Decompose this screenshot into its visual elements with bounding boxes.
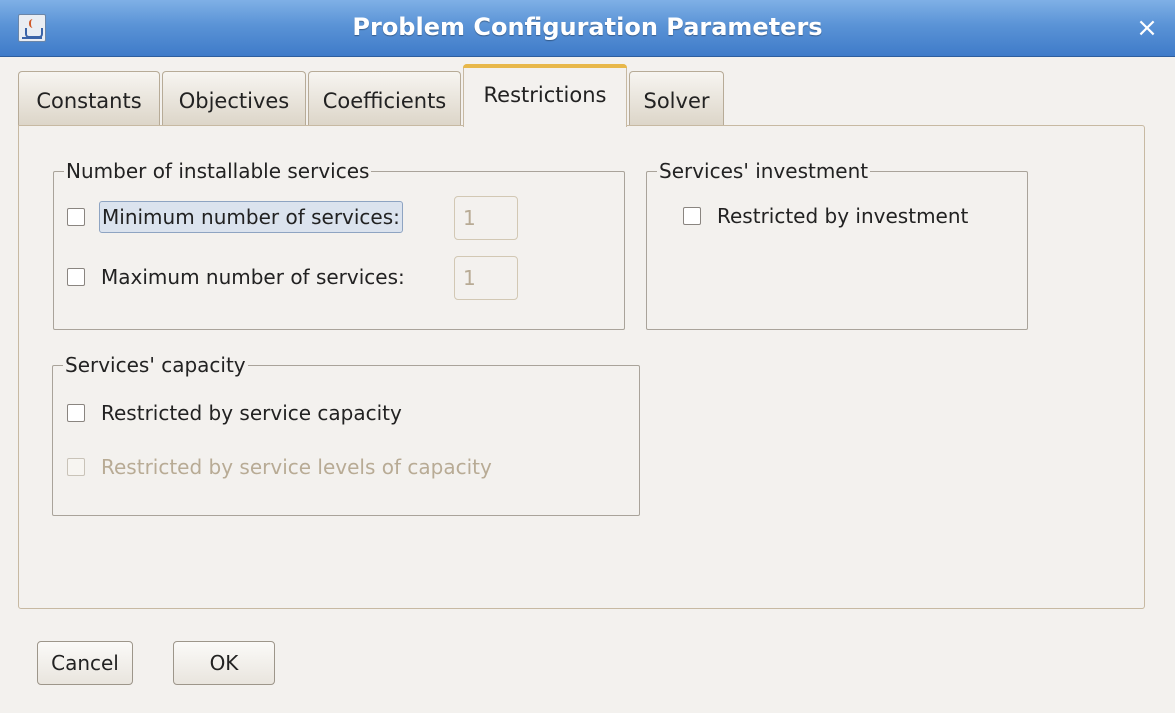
max-services-row: Maximum number of services: (67, 260, 405, 294)
window-title: Problem Configuration Parameters (352, 13, 823, 41)
close-icon[interactable]: × (1133, 14, 1161, 42)
group-investment: Services' investment (646, 160, 1028, 330)
group-installable-services-legend: Number of installable services (66, 159, 370, 183)
investment-row: Restricted by investment (683, 199, 968, 233)
tab-panel-restrictions: Number of installable services Minimum n… (18, 125, 1145, 609)
tab-solver[interactable]: Solver (629, 71, 724, 126)
max-services-checkbox[interactable] (67, 268, 85, 286)
investment-label[interactable]: Restricted by investment (717, 204, 968, 228)
min-services-input[interactable] (454, 196, 518, 240)
capacity-levels-checkbox (67, 458, 85, 476)
group-installable-services: Number of installable services (53, 160, 625, 330)
max-services-input[interactable] (454, 256, 518, 300)
capacity-label[interactable]: Restricted by service capacity (101, 401, 402, 425)
title-bar[interactable]: Problem Configuration Parameters × (0, 0, 1175, 57)
max-services-label[interactable]: Maximum number of services: (101, 265, 405, 289)
tab-coefficients[interactable]: Coefficients (308, 71, 461, 126)
tab-restrictions[interactable]: Restrictions (463, 64, 627, 127)
group-investment-legend: Services' investment (659, 159, 869, 183)
cancel-button[interactable]: Cancel (37, 641, 133, 685)
min-services-row: Minimum number of services: (67, 200, 403, 234)
capacity-row: Restricted by service capacity (67, 396, 402, 430)
group-capacity-legend: Services' capacity (65, 353, 246, 377)
min-services-label[interactable]: Minimum number of services: (99, 201, 403, 233)
tab-constants[interactable]: Constants (18, 71, 160, 126)
capacity-checkbox[interactable] (67, 404, 85, 422)
capacity-levels-label: Restricted by service levels of capacity (101, 455, 492, 479)
group-capacity: Services' capacity (52, 354, 640, 516)
capacity-levels-row: Restricted by service levels of capacity (67, 450, 492, 484)
min-services-checkbox[interactable] (67, 208, 85, 226)
tab-objectives[interactable]: Objectives (162, 71, 306, 126)
ok-button[interactable]: OK (173, 641, 275, 685)
investment-checkbox[interactable] (683, 207, 701, 225)
